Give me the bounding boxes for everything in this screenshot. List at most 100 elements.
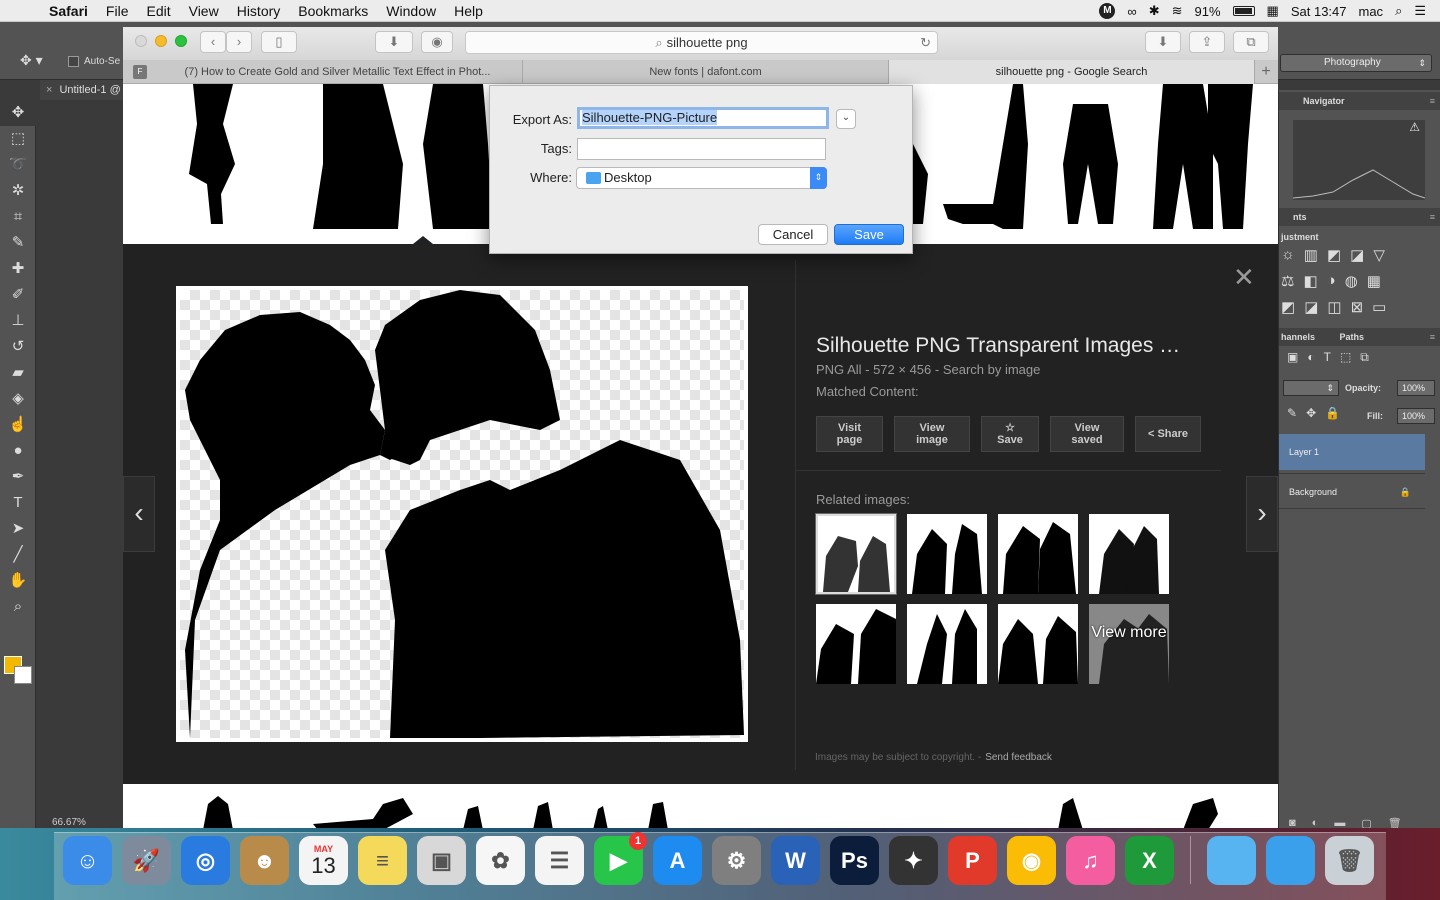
related-image[interactable] [816,604,896,684]
photo-filter-icon[interactable]: ◍ [1345,272,1358,290]
dodge-tool-icon[interactable]: ● [0,438,36,464]
malwarebytes-icon[interactable]: M [1099,3,1116,19]
background-color-swatch[interactable] [14,666,32,684]
related-image[interactable] [815,513,897,595]
reload-icon[interactable]: ↻ [920,32,931,53]
lasso-tool-icon[interactable]: ➰ [0,152,36,178]
healing-brush-tool-icon[interactable]: ✚ [0,256,36,282]
view-more-thumbnail[interactable]: View more [1089,604,1169,684]
opacity-field[interactable]: 100% [1397,380,1435,396]
dock-downloads-folder-icon[interactable] [1207,836,1256,885]
battery-icon[interactable] [1232,6,1255,16]
zoom-window-button[interactable] [175,35,187,47]
paint-bucket-tool-icon[interactable]: ◈ [0,386,36,412]
filter-image-icon[interactable]: ▣ [1287,350,1298,365]
new-tab-button[interactable]: + [1255,60,1277,83]
dock-word-icon[interactable]: W [771,836,820,885]
dock-safari-icon[interactable]: ◎ [181,836,230,885]
dock-launchpad-icon[interactable]: 🚀 [122,836,171,885]
move-tool-preset-icon[interactable]: ✥ ▾ [20,52,43,69]
lock-position-icon[interactable]: ✥ [1306,406,1316,420]
image-title[interactable]: Silhouette PNG Transparent Images … [816,334,1236,358]
selective-color-icon[interactable]: ⊠ [1351,298,1364,316]
auto-select-checkbox[interactable]: Auto-Se [68,56,120,67]
dock-chrome-icon[interactable]: ◉ [1007,836,1056,885]
dock-facetime-icon[interactable]: ▶ 1 [594,832,647,885]
layer-row-background[interactable]: Background 🔒 [1279,473,1425,509]
tab-overview-icon[interactable]: ⧉ [1233,31,1269,53]
black-white-icon[interactable]: ◑ [1327,272,1336,290]
magic-wand-tool-icon[interactable]: ✲ [0,178,36,204]
dock-notes-icon[interactable]: ≡ [358,836,407,885]
tab-dafont[interactable]: New fonts | dafont.com [523,60,889,84]
pen-tool-icon[interactable]: ✒ [0,464,36,490]
cancel-button[interactable]: Cancel [758,224,828,245]
eraser-tool-icon[interactable]: ▰ [0,360,36,386]
history-brush-tool-icon[interactable]: ↺ [0,334,36,360]
lock-all-icon[interactable]: 🔒 [1325,406,1340,420]
close-document-icon[interactable]: × [46,84,52,96]
close-window-button[interactable] [135,35,147,47]
related-image[interactable] [998,514,1078,594]
dock-calendar-icon[interactable]: MAY 13 [299,836,348,885]
ghostery-extension-icon[interactable]: ◉ [421,31,453,53]
related-image[interactable] [998,604,1078,684]
dock-excel-icon[interactable]: X [1125,836,1174,885]
color-lookup-icon[interactable]: ▦ [1367,272,1381,290]
dock-final-cut-icon[interactable]: ✦ [889,836,938,885]
histogram-warning-icon[interactable]: ⚠ [1409,120,1420,134]
channels-tab[interactable]: hannels [1281,332,1315,342]
filter-adjustment-icon[interactable]: ◐ [1307,350,1314,365]
send-feedback-link[interactable]: Send feedback [985,752,1052,763]
share-button-icon[interactable]: ⇪ [1189,31,1225,53]
dock-trash-icon[interactable]: 🗑 [1325,836,1374,885]
move-tool-icon[interactable]: ✥ [0,100,36,126]
document-tab[interactable]: × Untitled-1 @ [40,80,130,100]
image-meta[interactable]: PNG All - 572 × 456 - Search by image [816,362,1236,377]
dock-kingsoft-presentation-icon[interactable]: P [948,836,997,885]
levels-icon[interactable]: ▥ [1304,246,1318,264]
dock-app-store-icon[interactable]: A [653,836,702,885]
invert-icon[interactable]: ◩ [1281,298,1295,316]
line-tool-icon[interactable]: ╱ [0,542,36,568]
save-image-button[interactable]: ☆ Save [981,416,1039,452]
notification-center-icon[interactable]: ☰ [1414,3,1426,19]
related-image[interactable] [1089,514,1169,594]
paths-tab[interactable]: Paths [1340,332,1365,342]
menu-file[interactable]: File [97,3,138,19]
menu-history[interactable]: History [228,3,290,19]
next-image-button[interactable]: › [1246,476,1278,552]
brush-tool-icon[interactable]: ✐ [0,282,36,308]
related-image[interactable] [907,604,987,684]
creative-cloud-icon[interactable]: ∞ [1127,4,1136,19]
menu-view[interactable]: View [180,3,228,19]
menu-window[interactable]: Window [377,3,445,19]
posterize-icon[interactable]: ◪ [1304,298,1318,316]
tab-google-search[interactable]: silhouette png - Google Search [889,60,1255,84]
minimize-window-button[interactable] [155,35,167,47]
filter-smart-object-icon[interactable]: ⧉ [1360,350,1369,365]
close-preview-icon[interactable]: ✕ [1233,262,1255,293]
wifi-icon[interactable]: ≋ [1172,3,1183,19]
preview-image[interactable] [176,286,748,742]
lock-pixels-icon[interactable]: ✎ [1287,406,1297,420]
tab-photoshop-tutorial[interactable]: F (7) How to Create Gold and Silver Meta… [123,60,523,84]
pocket-extension-icon[interactable]: ⬇ [375,31,413,53]
menu-help[interactable]: Help [445,3,492,19]
address-bar[interactable]: ⌕ silhouette png ↻ [465,31,938,54]
tags-field[interactable] [577,138,826,160]
type-tool-icon[interactable]: T [0,490,36,516]
view-saved-button[interactable]: View saved [1050,416,1124,452]
hand-tool-icon[interactable]: ✋ [0,568,36,594]
silhouette-thumbnails-bottom[interactable] [123,784,1278,830]
menubar-clock[interactable]: Sat 13:47 [1291,4,1347,19]
visit-page-button[interactable]: Visit page [816,416,883,452]
navigator-panel-header[interactable]: Navigator ≡ [1279,92,1440,110]
clone-stamp-tool-icon[interactable]: ⊥ [0,308,36,334]
smudge-tool-icon[interactable]: ☝ [0,412,36,438]
crop-tool-icon[interactable]: ⌗ [0,204,36,230]
dock-itunes-icon[interactable]: ♫ [1066,836,1115,885]
color-balance-icon[interactable]: ◧ [1303,272,1317,290]
exposure-icon[interactable]: ◪ [1350,246,1364,264]
menu-bookmarks[interactable]: Bookmarks [289,3,377,19]
